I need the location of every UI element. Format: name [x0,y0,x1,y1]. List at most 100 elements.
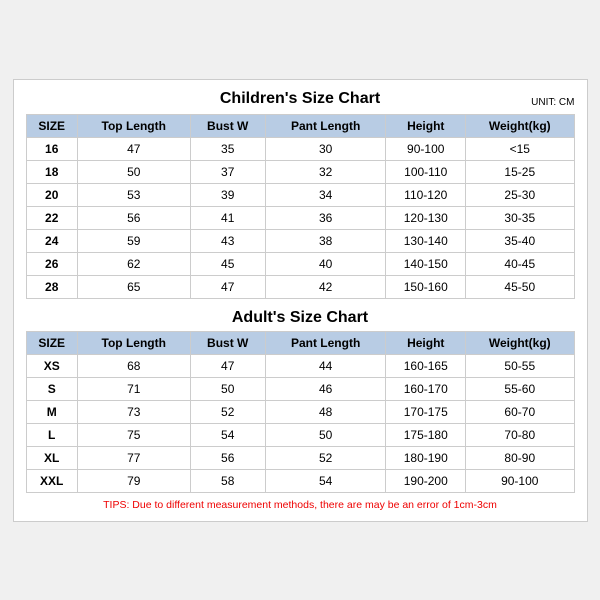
children-data-cell: 40-45 [466,252,574,275]
children-size-cell: 24 [26,229,77,252]
children-data-cell: 30 [265,137,386,160]
adult-col-weight: Weight(kg) [466,331,574,354]
children-size-cell: 20 [26,183,77,206]
adult-data-cell: 190-200 [386,469,466,492]
children-data-cell: 50 [77,160,190,183]
adult-data-cell: 50 [265,423,386,446]
children-col-bust-w: Bust W [190,114,265,137]
adult-table-row: XXL795854190-20090-100 [26,469,574,492]
children-col-size: SIZE [26,114,77,137]
adult-size-cell: L [26,423,77,446]
children-data-cell: 120-130 [386,206,466,229]
children-col-height: Height [386,114,466,137]
adult-data-cell: 180-190 [386,446,466,469]
adult-data-cell: 77 [77,446,190,469]
adult-data-cell: 54 [265,469,386,492]
adult-col-size: SIZE [26,331,77,354]
adult-data-cell: 47 [190,354,265,377]
adult-data-cell: 160-170 [386,377,466,400]
adult-data-cell: 71 [77,377,190,400]
adult-col-bust-w: Bust W [190,331,265,354]
children-table-row: 20533934110-12025-30 [26,183,574,206]
children-data-cell: 140-150 [386,252,466,275]
children-title-row: Children's Size Chart UNIT: CM [26,90,575,108]
children-col-pant-length: Pant Length [265,114,386,137]
children-data-cell: 34 [265,183,386,206]
children-data-cell: 35 [190,137,265,160]
children-table-row: 18503732100-11015-25 [26,160,574,183]
children-data-cell: 37 [190,160,265,183]
children-data-cell: 35-40 [466,229,574,252]
adult-data-cell: 79 [77,469,190,492]
adult-size-cell: S [26,377,77,400]
children-data-cell: 45 [190,252,265,275]
adult-data-cell: 75 [77,423,190,446]
adult-table-row: XL775652180-19080-90 [26,446,574,469]
adult-data-cell: 80-90 [466,446,574,469]
children-data-cell: 150-160 [386,275,466,298]
children-size-cell: 26 [26,252,77,275]
adult-data-cell: 68 [77,354,190,377]
adult-col-height: Height [386,331,466,354]
adult-col-top-length: Top Length [77,331,190,354]
adult-data-cell: 70-80 [466,423,574,446]
children-data-cell: 45-50 [466,275,574,298]
children-table: SIZE Top Length Bust W Pant Length Heigh… [26,114,575,299]
adult-table-row: L755450175-18070-80 [26,423,574,446]
adult-table-row: M735248170-17560-70 [26,400,574,423]
children-data-cell: 41 [190,206,265,229]
adult-data-cell: 160-165 [386,354,466,377]
children-table-row: 24594338130-14035-40 [26,229,574,252]
children-data-cell: 47 [77,137,190,160]
adult-col-pant-length: Pant Length [265,331,386,354]
children-col-top-length: Top Length [77,114,190,137]
adult-table-row: S715046160-17055-60 [26,377,574,400]
children-data-cell: 36 [265,206,386,229]
adult-data-cell: 50 [190,377,265,400]
tips-text: TIPS: Due to different measurement metho… [26,499,575,511]
children-data-cell: 62 [77,252,190,275]
children-data-cell: 47 [190,275,265,298]
children-data-cell: 53 [77,183,190,206]
adult-data-cell: 170-175 [386,400,466,423]
chart-container: Children's Size Chart UNIT: CM SIZE Top … [13,79,588,522]
adult-table: SIZE Top Length Bust W Pant Length Heigh… [26,331,575,493]
adult-header-row: SIZE Top Length Bust W Pant Length Heigh… [26,331,574,354]
adult-data-cell: 50-55 [466,354,574,377]
children-data-cell: 32 [265,160,386,183]
children-data-cell: 25-30 [466,183,574,206]
adult-data-cell: 44 [265,354,386,377]
adult-size-cell: XL [26,446,77,469]
adult-data-cell: 60-70 [466,400,574,423]
children-table-row: 1647353090-100<15 [26,137,574,160]
adult-data-cell: 48 [265,400,386,423]
adult-data-cell: 54 [190,423,265,446]
children-chart-title: Children's Size Chart [220,90,380,108]
adult-data-cell: 175-180 [386,423,466,446]
adult-table-row: XS684744160-16550-55 [26,354,574,377]
children-data-cell: 40 [265,252,386,275]
adult-size-cell: XS [26,354,77,377]
children-data-cell: 39 [190,183,265,206]
children-data-cell: 43 [190,229,265,252]
adult-data-cell: 52 [265,446,386,469]
children-data-cell: 38 [265,229,386,252]
adult-size-cell: M [26,400,77,423]
adult-size-cell: XXL [26,469,77,492]
children-size-cell: 16 [26,137,77,160]
adult-data-cell: 55-60 [466,377,574,400]
adult-data-cell: 73 [77,400,190,423]
children-data-cell: 90-100 [386,137,466,160]
children-data-cell: 42 [265,275,386,298]
children-table-row: 22564136120-13030-35 [26,206,574,229]
children-header-row: SIZE Top Length Bust W Pant Length Heigh… [26,114,574,137]
unit-label: UNIT: CM [531,97,574,108]
children-table-row: 26624540140-15040-45 [26,252,574,275]
adult-data-cell: 52 [190,400,265,423]
children-data-cell: 65 [77,275,190,298]
children-data-cell: 15-25 [466,160,574,183]
children-data-cell: 110-120 [386,183,466,206]
children-data-cell: 30-35 [466,206,574,229]
children-data-cell: 59 [77,229,190,252]
children-table-row: 28654742150-16045-50 [26,275,574,298]
